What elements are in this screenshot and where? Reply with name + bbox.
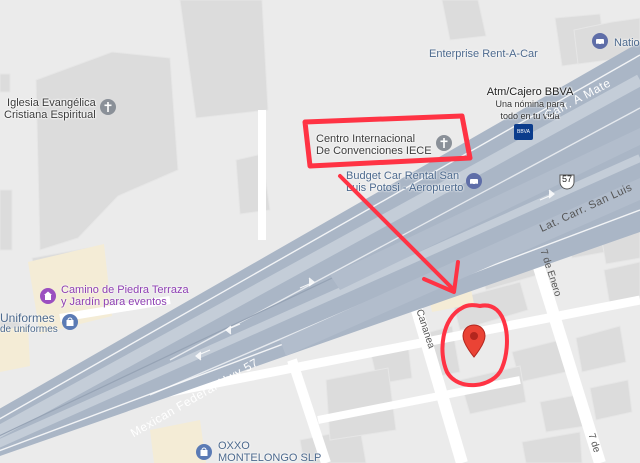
car-rental-icon[interactable] xyxy=(466,173,482,189)
place-label-uniformes[interactable]: Uniformes de uniformes xyxy=(0,312,58,336)
centro-line-2: De Convenciones IECE xyxy=(316,145,432,157)
church-icon[interactable] xyxy=(100,99,116,115)
uniformes-line-1: Uniformes xyxy=(0,311,55,325)
budget-line-2: Luis Potosi - Aeropuerto xyxy=(346,182,464,194)
car-rental-icon[interactable] xyxy=(592,33,608,49)
place-label-oxxo[interactable]: OXXO MONTELONGO SLP xyxy=(218,440,321,463)
bbva-logo-text: BBVA xyxy=(517,129,530,135)
church-icon[interactable] xyxy=(436,135,452,151)
map-view[interactable]: Enterprise Rent-A-Car Natio Atm/Cajero B… xyxy=(0,0,640,463)
shopping-icon[interactable] xyxy=(62,314,78,330)
place-label-camino[interactable]: Camino de Piedra Terraza y Jardín para e… xyxy=(61,284,189,308)
oxxo-line-2: MONTELONGO SLP xyxy=(218,452,322,463)
camino-line-1: Camino de Piedra Terraza xyxy=(61,284,189,296)
place-label-budget[interactable]: Budget Car Rental San Luis Potosi - Aero… xyxy=(346,170,463,194)
store-icon[interactable] xyxy=(196,444,212,460)
centro-line-1: Centro Internacional xyxy=(316,133,416,145)
atm-title: Atm/Cajero BBVA xyxy=(486,86,574,98)
uniformes-line-2: de uniformes xyxy=(0,324,58,335)
place-label-centro[interactable]: Centro Internacional De Convenciones IEC… xyxy=(316,133,432,157)
iglesia-line-1: Iglesia Evangélica xyxy=(7,97,96,109)
place-label-enterprise[interactable]: Enterprise Rent-A-Car xyxy=(429,48,538,60)
iglesia-line-2: Cristiana Espiritual xyxy=(4,109,96,121)
camino-line-2: y Jardín para eventos xyxy=(61,296,167,308)
place-label-national[interactable]: Natio xyxy=(614,37,640,49)
highway-shield-icon: 57 xyxy=(558,172,576,190)
budget-line-1: Budget Car Rental San xyxy=(346,170,460,182)
location-pin-icon[interactable] xyxy=(462,324,486,358)
oxxo-line-1: OXXO xyxy=(218,440,250,452)
place-label-iglesia[interactable]: Iglesia Evangélica Cristiana Espiritual xyxy=(4,97,96,121)
bbva-logo[interactable]: BBVA xyxy=(514,124,533,140)
event-venue-icon[interactable] xyxy=(40,288,56,304)
highway-shield-number: 57 xyxy=(561,174,572,184)
